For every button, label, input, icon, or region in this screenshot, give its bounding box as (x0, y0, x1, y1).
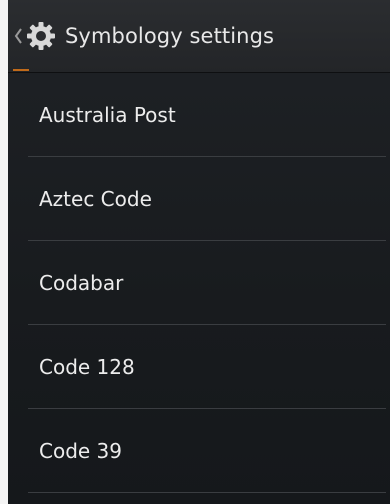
page-title: Symbology settings (65, 24, 275, 48)
list-item-label: Codabar (39, 271, 124, 295)
chevron-left-icon (14, 28, 22, 44)
list-item-australia-post[interactable]: Australia Post (8, 73, 390, 157)
list-item-code-128[interactable]: Code 128 (8, 325, 390, 409)
action-bar: Symbology settings (8, 0, 390, 73)
list-item-label: Code 128 (39, 355, 135, 379)
settings-screen: Symbology settings Australia Post Aztec … (8, 0, 390, 504)
up-indicator-accent (13, 69, 29, 71)
list-item-label: Code 39 (39, 439, 123, 463)
list-item-aztec-code[interactable]: Aztec Code (8, 157, 390, 241)
symbology-list: Australia Post Aztec Code Codabar Code 1… (8, 73, 390, 493)
list-item-codabar[interactable]: Codabar (8, 241, 390, 325)
divider (28, 492, 386, 493)
list-item-label: Australia Post (39, 103, 176, 127)
gear-icon (27, 22, 55, 50)
list-item-code-39[interactable]: Code 39 (8, 409, 390, 493)
window-edge (0, 0, 8, 504)
list-item-label: Aztec Code (39, 187, 152, 211)
up-navigation-button[interactable]: Symbology settings (8, 0, 280, 73)
